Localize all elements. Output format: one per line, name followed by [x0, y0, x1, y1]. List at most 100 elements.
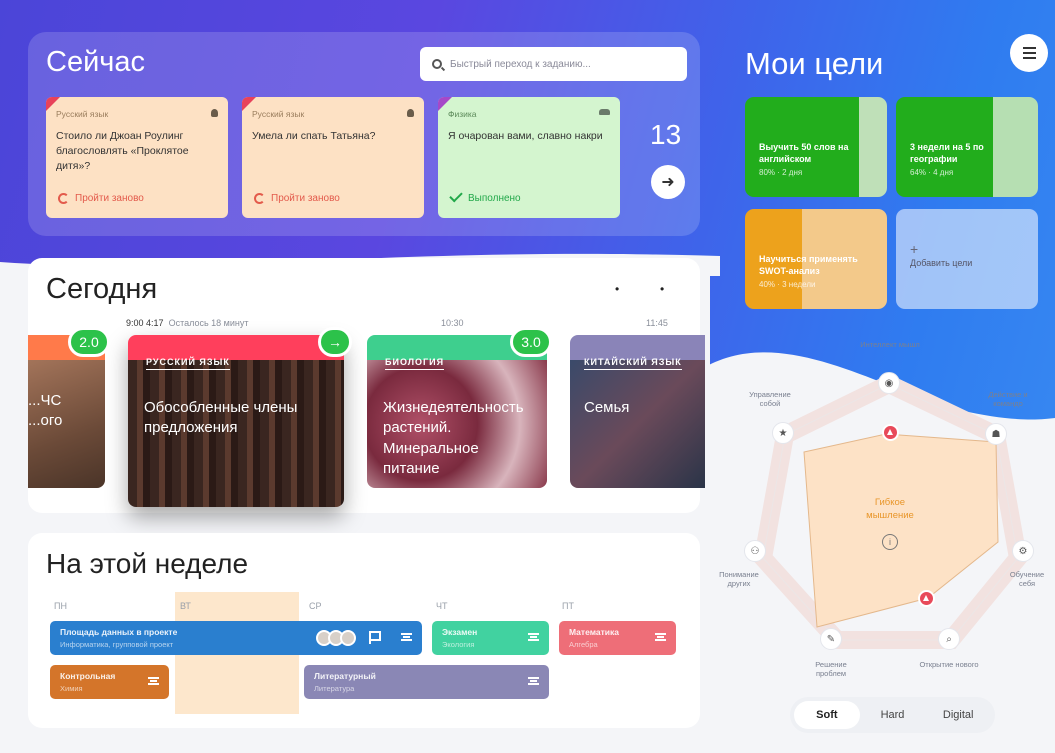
lesson-subject: РУССКИЙ ЯЗЫК — [146, 357, 230, 370]
radar-label: Интеллект мышл — [860, 340, 920, 349]
radar-label: Обучение себя — [1009, 570, 1045, 589]
check-icon — [449, 188, 463, 203]
next-day-button[interactable]: • — [660, 282, 670, 296]
event-sub: Литература — [314, 684, 355, 693]
priority-corner — [242, 97, 256, 111]
goal-sub: 40% · 3 недели — [759, 280, 816, 290]
lesson-subject: КИТАЙСКИЙ ЯЗЫК — [584, 357, 682, 370]
lesson-image — [570, 360, 705, 488]
week-event[interactable]: Литературный Литература — [304, 665, 549, 699]
done-status: Выполнено — [449, 188, 521, 204]
goal-sub: 64% · 4 дня — [910, 168, 954, 178]
menu-icon — [1022, 47, 1036, 49]
event-title: Площадь данных в проекте — [60, 627, 178, 637]
retry-label: Пройти заново — [271, 193, 340, 204]
gear-icon[interactable]: ⚙ — [1012, 540, 1034, 562]
arrow-right-icon: ➜ — [661, 174, 675, 191]
task-subject: Русский язык — [252, 109, 305, 119]
day-label: ВТ — [180, 601, 191, 611]
task-question: Умела ли спать Татьяна? — [252, 130, 376, 142]
flag-icon — [369, 631, 381, 644]
week-event[interactable]: Контрольная Химия — [50, 665, 169, 699]
task-card[interactable]: Русский язык Стоило ли Джоан Роулинг бла… — [46, 97, 228, 218]
event-sub: Информатика, групповой проект — [60, 640, 174, 649]
next-tasks-button[interactable]: ➜ — [651, 165, 685, 199]
priority-corner — [46, 97, 60, 111]
radar-center-label: Гибкое мышление — [866, 497, 914, 522]
lesson-card[interactable]: БИОЛОГИЯ Жизнедеятельность растений. Мин… — [367, 335, 547, 488]
task-card[interactable]: Физика Я очарован вами, славно накри Вып… — [438, 97, 620, 218]
lesson-card[interactable]: ...ЧС ...ого — [28, 335, 105, 488]
info-icon[interactable]: i — [882, 534, 898, 550]
star-icon[interactable]: ★ — [772, 422, 794, 444]
day-label: ПТ — [562, 601, 574, 611]
event-title: Литературный — [314, 671, 376, 681]
search-input[interactable]: Быстрый переход к заданию... — [420, 47, 687, 81]
warning-icon[interactable] — [882, 424, 899, 441]
filter-icon — [401, 633, 412, 641]
lesson-subject: БИОЛОГИЯ — [385, 357, 445, 370]
prev-day-button[interactable]: • — [615, 282, 625, 296]
avatar — [340, 630, 356, 646]
filter-icon — [655, 633, 666, 641]
goal-text: Научиться применять SWOT-анализ — [759, 254, 858, 277]
task-question: Стоило ли Джоан Роулинг благословлять «П… — [56, 130, 189, 173]
lesson-score: 3.0 — [510, 327, 552, 357]
week-title: На этой неделе — [46, 548, 249, 579]
goal-text: Выучить 50 слов на английском — [759, 142, 849, 165]
search-icon[interactable]: ⌕ — [938, 628, 960, 650]
lesson-card[interactable]: КИТАЙСКИЙ ЯЗЫК Семья — [570, 335, 705, 488]
task-card[interactable]: Русский язык Умела ли спать Татьяна? Про… — [242, 97, 424, 218]
lesson-open-button[interactable]: → — [318, 327, 352, 357]
lesson-card-active[interactable]: РУССКИЙ ЯЗЫК Обособленные члены предложе… — [128, 335, 344, 507]
week-event[interactable]: Экзамен Экология — [432, 621, 549, 655]
tab-soft[interactable]: Soft — [794, 701, 860, 729]
lesson-title: Жизнедеятельность растений. Минеральное … — [383, 399, 524, 477]
task-subject: Русский язык — [56, 109, 109, 119]
search-placeholder: Быстрый переход к заданию... — [450, 58, 591, 70]
retry-icon — [254, 193, 265, 204]
goal-card[interactable]: Выучить 50 слов на английском 80% · 2 дн… — [745, 97, 887, 197]
retry-icon — [58, 193, 69, 204]
done-label: Выполнено — [468, 193, 521, 204]
add-goal-label: Добавить цели — [910, 258, 973, 268]
event-title: Контрольная — [60, 671, 116, 681]
menu-button[interactable] — [1010, 34, 1048, 72]
user-icon — [407, 109, 414, 117]
wrench-icon[interactable]: ✎ — [820, 628, 842, 650]
task-question: Я очарован вами, славно накри — [448, 130, 603, 142]
tab-hard[interactable]: Hard — [860, 701, 926, 729]
goal-sub: 80% · 2 дня — [759, 168, 803, 178]
radar-label: Понимание других — [719, 570, 759, 589]
goal-text: 3 недели на 5 по географии — [910, 142, 984, 165]
day-label: ПН — [54, 601, 67, 611]
day-label: ЧТ — [436, 601, 448, 611]
week-event[interactable]: Математика Алгебра — [559, 621, 676, 655]
retry-button[interactable]: Пройти заново — [254, 193, 340, 204]
user-icon — [211, 109, 218, 117]
lesson-time: 10:30 — [441, 318, 464, 328]
radar-label: Действие и командо — [988, 390, 1028, 409]
add-goal-button[interactable]: + Добавить цели — [896, 209, 1038, 309]
team-icon[interactable]: ☗ — [985, 423, 1007, 445]
day-label: СР — [309, 601, 322, 611]
week-event[interactable]: Площадь данных в проекте Информатика, гр… — [50, 621, 422, 655]
lesson-title: Обособленные члены предложения — [144, 399, 298, 437]
event-title: Экзамен — [442, 627, 478, 637]
lesson-time: 9:00 4:17 Осталось 18 минут — [126, 318, 249, 328]
goal-card[interactable]: Научиться применять SWOT-анализ 40% · 3 … — [745, 209, 887, 309]
globe-icon[interactable]: ◉ — [878, 372, 900, 394]
task-subject: Физика — [448, 109, 477, 119]
skills-radar-chart — [753, 374, 1028, 649]
goal-card[interactable]: 3 недели на 5 по географии 64% · 4 дня — [896, 97, 1038, 197]
retry-button[interactable]: Пройти заново — [58, 193, 144, 204]
search-icon — [432, 59, 442, 69]
event-sub: Алгебра — [569, 640, 598, 649]
filter-icon — [528, 633, 539, 641]
people-icon[interactable]: ⚇ — [744, 540, 766, 562]
tab-digital[interactable]: Digital — [925, 701, 991, 729]
event-sub: Экология — [442, 640, 475, 649]
warning-icon[interactable] — [918, 590, 935, 607]
lesson-time: 11:45 — [646, 318, 668, 328]
plus-icon: + — [910, 241, 919, 257]
